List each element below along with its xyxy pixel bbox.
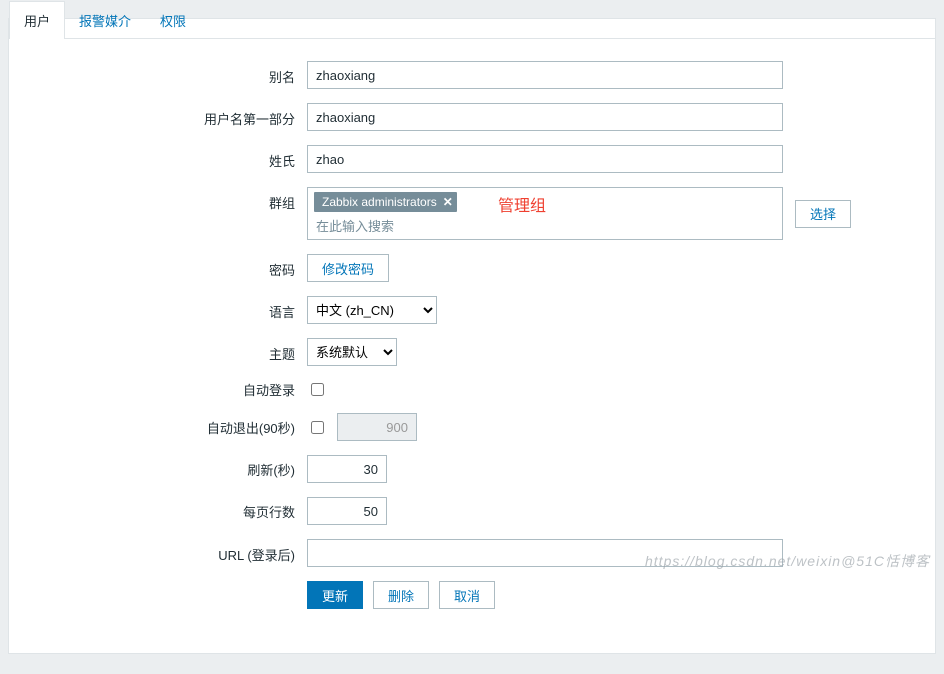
tab-media[interactable]: 报警媒介 xyxy=(64,1,146,38)
annotation-text: 管理组 xyxy=(498,192,546,216)
label-refresh: 刷新(秒) xyxy=(37,460,307,479)
update-button[interactable]: 更新 xyxy=(307,581,363,609)
tabs: 用户 报警媒介 权限 xyxy=(9,1,935,39)
alias-input[interactable] xyxy=(307,61,783,89)
cancel-button[interactable]: 取消 xyxy=(439,581,495,609)
delete-button[interactable]: 删除 xyxy=(373,581,429,609)
tab-user[interactable]: 用户 xyxy=(9,1,65,38)
autologin-checkbox[interactable] xyxy=(311,383,324,396)
label-name-first: 用户名第一部分 xyxy=(37,103,307,128)
label-surname: 姓氏 xyxy=(37,145,307,170)
language-select[interactable]: 中文 (zh_CN) xyxy=(307,296,437,324)
label-language: 语言 xyxy=(37,296,307,321)
user-form: 别名 用户名第一部分 姓氏 群组 xyxy=(9,39,935,653)
name-first-input[interactable] xyxy=(307,103,783,131)
rows-per-page-input[interactable] xyxy=(307,497,387,525)
tab-permissions[interactable]: 权限 xyxy=(145,1,201,38)
autologout-checkbox[interactable] xyxy=(311,421,324,434)
url-input[interactable] xyxy=(307,539,783,567)
select-groups-button[interactable]: 选择 xyxy=(795,200,851,228)
groups-multiselect[interactable]: Zabbix administrators ✕ 管理组 在此输入搜索 xyxy=(307,187,783,240)
label-autologout: 自动退出(90秒) xyxy=(37,418,307,437)
theme-select[interactable]: 系统默认 xyxy=(307,338,397,366)
remove-tag-icon[interactable]: ✕ xyxy=(443,195,453,209)
label-password: 密码 xyxy=(37,254,307,279)
group-tag-label: Zabbix administrators xyxy=(322,195,437,209)
group-tag[interactable]: Zabbix administrators ✕ xyxy=(314,192,457,212)
label-groups: 群组 xyxy=(37,187,307,212)
label-rows: 每页行数 xyxy=(37,502,307,521)
label-alias: 别名 xyxy=(37,61,307,86)
groups-search-placeholder: 在此输入搜索 xyxy=(314,216,776,235)
label-autologin: 自动登录 xyxy=(37,380,307,399)
change-password-button[interactable]: 修改密码 xyxy=(307,254,389,282)
refresh-input[interactable] xyxy=(307,455,387,483)
label-theme: 主题 xyxy=(37,338,307,363)
label-url: URL (登录后) xyxy=(37,539,307,564)
autologout-value xyxy=(337,413,417,441)
surname-input[interactable] xyxy=(307,145,783,173)
